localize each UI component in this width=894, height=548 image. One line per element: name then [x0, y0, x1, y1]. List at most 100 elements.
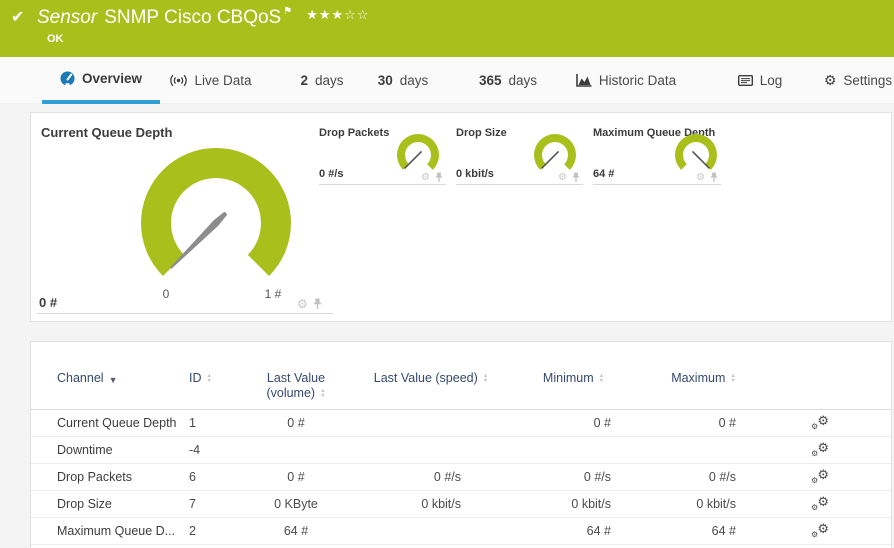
- tab-label: days: [509, 73, 538, 88]
- cell-last-value-volume: 64 #: [246, 524, 346, 538]
- tab-label: days: [400, 73, 429, 88]
- channels-table: Channel ▼ ID ▲▼ Last Value (volume)▲▼ La…: [30, 341, 892, 548]
- tab-365-days[interactable]: 365 days: [468, 57, 548, 104]
- column-label: Maximum: [671, 371, 725, 386]
- panel-divider: [37, 313, 333, 314]
- gauge-panel-drop-size: Drop Size 0 kbit/s ⚙: [456, 123, 583, 187]
- column-header-last-value-speed[interactable]: Last Value (speed) ▲▼: [346, 371, 516, 401]
- tab-label: Historic Data: [599, 73, 676, 88]
- gauge-panel-maximum-queue-depth: Maximum Queue Depth 64 # ⚙: [593, 123, 721, 187]
- cell-channel[interactable]: Maximum Queue D...: [57, 524, 189, 538]
- log-icon: [738, 75, 753, 86]
- cell-actions: ⚙⚙: [776, 414, 891, 433]
- table-row: Maximum Queue D... 2 64 # 64 # 64 # ⚙⚙: [31, 518, 891, 545]
- tab-historic-data[interactable]: Historic Data: [560, 57, 692, 104]
- panel-controls: ⚙: [558, 172, 580, 183]
- gauge-settings-gear-icon[interactable]: ⚙: [297, 298, 308, 310]
- tab-label: days: [315, 73, 344, 88]
- channel-settings-gears-icon[interactable]: ⚙⚙: [811, 495, 829, 511]
- sort-arrows-icon: ▲▼: [207, 374, 212, 383]
- channel-settings-gears-icon[interactable]: ⚙⚙: [811, 414, 829, 430]
- column-header-id[interactable]: ID ▲▼: [189, 371, 246, 401]
- flag-icon[interactable]: ⚑: [283, 6, 292, 17]
- channel-settings-gears-icon[interactable]: ⚙⚙: [811, 522, 829, 538]
- cell-maximum: 64 #: [631, 524, 776, 538]
- channel-settings-gears-icon[interactable]: ⚙⚙: [811, 468, 829, 484]
- gauge-settings-gear-icon[interactable]: ⚙: [558, 173, 567, 183]
- status-ok-check-icon: ✔: [11, 7, 24, 27]
- sensor-title-line: Sensor SNMP Cisco CBQoS⚑ ★★★☆☆: [37, 6, 369, 29]
- tab-label: Log: [760, 73, 783, 88]
- tab-label: Overview: [82, 71, 142, 86]
- column-header-maximum[interactable]: Maximum ▲▼: [631, 371, 776, 401]
- cell-channel[interactable]: Current Queue Depth: [57, 416, 189, 430]
- cell-channel[interactable]: Drop Packets: [57, 470, 189, 484]
- sort-descending-icon: ▼: [109, 373, 118, 388]
- status-badge: OK: [47, 33, 64, 45]
- table-row: Drop Size 7 0 KByte 0 kbit/s 0 kbit/s 0 …: [31, 491, 891, 518]
- gauge-value: 0 kbit/s: [456, 168, 494, 180]
- prtg-sensor-page: ✔ Sensor SNMP Cisco CBQoS⚑ ★★★☆☆ OK Overvi…: [0, 0, 894, 548]
- gauges-panel: Current Queue Depth 0 1 # 0 # ⚙ Drop Pac…: [30, 112, 892, 322]
- tab-2-days[interactable]: 2 days: [290, 57, 354, 104]
- tab-settings[interactable]: ⚙ Settings: [822, 57, 894, 104]
- column-label: Last Value (volume)▲▼: [266, 371, 325, 401]
- column-header-channel[interactable]: Channel ▼: [57, 371, 189, 401]
- gauge-icon: [60, 71, 75, 86]
- gauge-min-label: 0: [149, 287, 183, 301]
- panel-controls: ⚙: [297, 298, 322, 310]
- cell-minimum: 0 #/s: [516, 470, 631, 484]
- column-label: ID: [189, 371, 202, 386]
- table-header-row: Channel ▼ ID ▲▼ Last Value (volume)▲▼ La…: [31, 342, 891, 410]
- sensor-title[interactable]: SNMP Cisco CBQoS: [104, 7, 281, 28]
- cell-last-value-volume: 0 KByte: [246, 497, 346, 511]
- column-header-last-value-volume[interactable]: Last Value (volume)▲▼: [246, 371, 346, 401]
- panel-divider: [319, 184, 446, 185]
- cell-id: 2: [189, 524, 246, 538]
- main-gauge-value: 0 #: [39, 295, 57, 310]
- pin-icon[interactable]: [572, 172, 580, 183]
- priority-stars[interactable]: ★★★☆☆: [306, 7, 369, 22]
- cell-actions: ⚙⚙: [776, 495, 891, 514]
- cell-minimum: 0 #: [516, 416, 631, 430]
- current-queue-depth-gauge: [131, 138, 301, 308]
- cell-id: 7: [189, 497, 246, 511]
- sensor-type-label: Sensor: [37, 7, 97, 28]
- gauge-settings-gear-icon[interactable]: ⚙: [421, 173, 430, 183]
- pin-icon[interactable]: [710, 172, 718, 183]
- panel-controls: ⚙: [421, 172, 443, 183]
- tab-log[interactable]: Log: [728, 57, 792, 104]
- tab-label: Live Data: [194, 73, 251, 88]
- column-label: Channel: [57, 371, 104, 386]
- pin-icon[interactable]: [313, 298, 322, 310]
- gear-icon: ⚙: [824, 72, 837, 89]
- cell-last-value-volume: 0 #: [246, 470, 346, 484]
- cell-channel[interactable]: Drop Size: [57, 497, 189, 511]
- cell-actions: ⚙⚙: [776, 468, 891, 487]
- sort-arrows-icon: ▲▼: [483, 374, 488, 383]
- gauge-max-label: 1 #: [251, 287, 295, 301]
- tab-label: Settings: [843, 73, 892, 88]
- cell-minimum: 64 #: [516, 524, 631, 538]
- cell-id: 6: [189, 470, 246, 484]
- cell-minimum: 0 kbit/s: [516, 497, 631, 511]
- tab-overview[interactable]: Overview: [42, 57, 160, 104]
- tab-live-data[interactable]: Live Data: [163, 57, 259, 104]
- tab-number: 30: [378, 73, 393, 88]
- sort-arrows-icon: ▲▼: [599, 374, 604, 383]
- gauge-needle: [168, 211, 228, 271]
- cell-channel[interactable]: Downtime: [57, 443, 189, 457]
- gauge-settings-gear-icon[interactable]: ⚙: [696, 173, 705, 183]
- column-header-minimum[interactable]: Minimum ▲▼: [516, 371, 631, 401]
- channel-settings-gears-icon[interactable]: ⚙⚙: [811, 441, 829, 457]
- cell-last-value-volume: 0 #: [246, 416, 346, 430]
- cell-maximum: 0 kbit/s: [631, 497, 776, 511]
- cell-maximum: 0 #/s: [631, 470, 776, 484]
- table-row: Downtime -4 ⚙⚙: [31, 437, 891, 464]
- pin-icon[interactable]: [435, 172, 443, 183]
- gauge-panel-drop-packets: Drop Packets 0 #/s ⚙: [319, 123, 446, 187]
- sort-arrows-icon: ▲▼: [320, 389, 325, 398]
- column-label: Last Value (speed): [374, 371, 478, 386]
- panel-divider: [593, 184, 721, 185]
- tab-30-days[interactable]: 30 days: [368, 57, 438, 104]
